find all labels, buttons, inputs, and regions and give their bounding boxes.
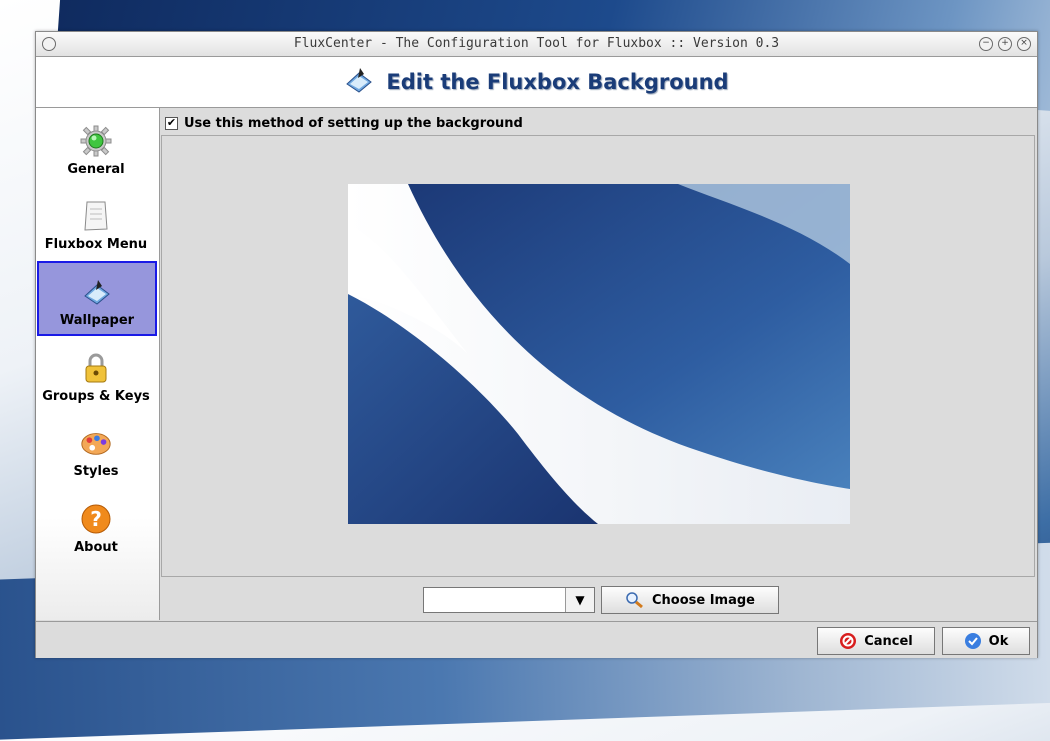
ok-button[interactable]: Ok: [942, 627, 1030, 655]
image-controls: ▼ Choose Image: [161, 576, 1035, 619]
sidebar-item-fluxbox-menu[interactable]: Fluxbox Menu: [37, 185, 155, 258]
dialog-footer: Cancel Ok: [36, 621, 1037, 658]
check-icon: [964, 632, 982, 650]
wallpaper-preview-image: [348, 184, 850, 524]
cancel-button[interactable]: Cancel: [817, 627, 935, 655]
sidebar-item-wallpaper[interactable]: Wallpaper: [37, 261, 157, 336]
sidebar-item-groups-keys[interactable]: Groups & Keys: [37, 337, 155, 410]
lock-icon: [79, 351, 113, 385]
close-icon[interactable]: ×: [1017, 37, 1031, 51]
chevron-down-icon[interactable]: ▼: [565, 588, 594, 612]
sidebar-item-styles[interactable]: Styles: [37, 412, 155, 485]
window-title: FluxCenter - The Configuration Tool for …: [293, 36, 780, 51]
sidebar-item-about[interactable]: ? About: [37, 488, 155, 561]
paint-bucket-icon: [344, 66, 374, 98]
cancel-icon: [839, 632, 857, 650]
palette-icon: [79, 426, 113, 460]
sidebar-item-label: Fluxbox Menu: [44, 237, 148, 252]
document-icon: [79, 199, 113, 233]
sidebar-item-label: Styles: [73, 464, 119, 479]
image-select-value: [424, 588, 565, 612]
sidebar-item-general[interactable]: General: [37, 110, 155, 183]
image-select-dropdown[interactable]: ▼: [423, 587, 595, 613]
sidebar-item-label: About: [74, 540, 118, 555]
use-method-label: Use this method of setting up the backgr…: [184, 116, 523, 131]
choose-image-button[interactable]: Choose Image: [601, 586, 779, 614]
fluxcenter-window: FluxCenter - The Configuration Tool for …: [35, 31, 1038, 658]
wallpaper-preview-area: [161, 135, 1035, 577]
magnifier-icon: [625, 591, 645, 609]
sidebar-item-label: Groups & Keys: [42, 389, 150, 404]
title-bar[interactable]: FluxCenter - The Configuration Tool for …: [36, 32, 1037, 57]
paint-bucket-icon: [80, 275, 114, 309]
cancel-label: Cancel: [864, 633, 913, 649]
sidebar-item-label: Wallpaper: [59, 313, 135, 328]
main-panel: ✔ Use this method of setting up the back…: [160, 108, 1037, 620]
help-icon: ?: [79, 502, 113, 536]
sidebar: General Fluxbox Menu Wallpaper Groups & …: [36, 108, 160, 620]
sidebar-item-label: General: [67, 162, 125, 177]
gear-icon: [79, 124, 113, 158]
ok-label: Ok: [988, 633, 1009, 649]
maximize-icon[interactable]: +: [998, 37, 1012, 51]
svg-text:?: ?: [90, 507, 102, 531]
minimize-icon[interactable]: −: [979, 37, 993, 51]
choose-image-label: Choose Image: [651, 592, 756, 608]
page-header: Edit the Fluxbox Background: [36, 57, 1037, 108]
page-title: Edit the Fluxbox Background: [386, 70, 729, 94]
use-method-checkbox[interactable]: ✔: [165, 117, 178, 130]
use-method-checkbox-row[interactable]: ✔ Use this method of setting up the back…: [165, 116, 523, 131]
